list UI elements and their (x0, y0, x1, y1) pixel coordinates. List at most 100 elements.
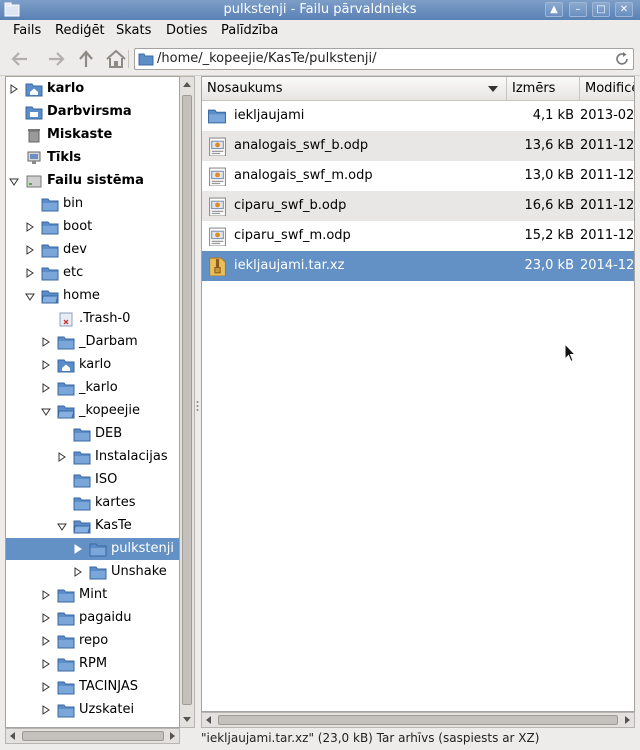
sidebar-item[interactable]: Darbvirsma (6, 101, 179, 123)
expander-collapsed-icon[interactable] (26, 268, 34, 278)
minimize-button[interactable]: – (569, 2, 587, 17)
file-list[interactable]: Nosaukums Izmērs Modificē iekljaujami 4,1… (201, 76, 635, 712)
scroll-right-icon[interactable] (625, 716, 630, 724)
forward-arrow-icon[interactable] (44, 47, 68, 71)
location-path[interactable]: /home/_kopeejie/KasTe/pulkstenji/ (157, 51, 376, 66)
window-up-button[interactable]: ▲ (545, 2, 563, 17)
sidebar-item[interactable]: Instalacijas (6, 446, 179, 468)
sidebar-item[interactable]: home (6, 285, 179, 307)
sidebar-item[interactable]: _Darbam (6, 331, 179, 353)
column-header-name[interactable]: Nosaukums (202, 77, 507, 101)
side-pane-tree[interactable]: karlo Darbvirsma Miskaste Tīkls Failu sistēm… (5, 76, 180, 728)
home-icon[interactable] (104, 47, 128, 71)
sidebar-item[interactable]: Tīkls (6, 147, 179, 169)
sidebar-item[interactable]: karlo (6, 78, 179, 100)
expander-collapsed-icon[interactable] (26, 245, 34, 255)
expander-expanded-icon[interactable] (25, 293, 35, 301)
file-row[interactable]: iekljaujami.tar.xz 23,0 kB 2014-12- (202, 251, 634, 281)
file-row[interactable]: ciparu_swf_m.odp 15,2 kB 2011-12- (202, 221, 634, 251)
scrollbar-thumb[interactable] (22, 731, 164, 741)
sidebar-item[interactable]: KasTe (6, 515, 179, 537)
expander-expanded-icon[interactable] (41, 408, 51, 416)
menu-file[interactable]: Fails (13, 23, 41, 38)
scroll-left-icon[interactable] (10, 732, 15, 740)
file-row[interactable]: iekljaujami 4,1 kB 2013-02- (202, 101, 634, 131)
up-arrow-icon[interactable] (74, 47, 98, 71)
sidebar-item[interactable]: Unshake (6, 561, 179, 583)
scrollbar-thumb[interactable] (218, 715, 618, 725)
sidebar-item[interactable]: RPM (6, 653, 179, 675)
back-arrow-icon[interactable] (8, 47, 32, 71)
sidebar-item[interactable]: kartes (6, 492, 179, 514)
expander-collapsed-icon[interactable] (10, 84, 18, 94)
expander-collapsed-icon[interactable] (42, 636, 50, 646)
folder-open-icon (73, 520, 91, 534)
sidebar-item[interactable]: bin (6, 193, 179, 215)
sidebar-item[interactable]: pagaidu (6, 607, 179, 629)
scroll-right-icon[interactable] (170, 732, 175, 740)
reload-icon[interactable] (614, 51, 630, 67)
close-button[interactable]: ✕ (615, 2, 633, 17)
sort-descending-icon (488, 86, 498, 92)
sidebar-item[interactable]: Miskaste (6, 124, 179, 146)
sidebar-item[interactable]: DEB (6, 423, 179, 445)
menu-edit[interactable]: Rediģēt (55, 23, 105, 38)
sidebar-item[interactable]: repo (6, 630, 179, 652)
sidebar-item[interactable]: TACINJAS (6, 676, 179, 698)
scroll-up-icon[interactable] (183, 82, 191, 87)
sidebar-item-label: repo (79, 633, 109, 648)
sidebar-item-label: Darbvirsma (47, 104, 132, 119)
archive-file-icon (209, 257, 226, 276)
file-list-horizontal-scrollbar[interactable] (201, 712, 635, 728)
file-row[interactable]: ciparu_swf_b.odp 16,6 kB 2011-12- (202, 191, 634, 221)
sidebar-item[interactable]: boot (6, 216, 179, 238)
expander-collapsed-icon[interactable] (42, 682, 50, 692)
scroll-left-icon[interactable] (206, 716, 211, 724)
maximize-button[interactable]: □ (592, 2, 610, 17)
column-header-size[interactable]: Izmērs (507, 77, 580, 101)
expander-collapsed-icon[interactable] (74, 544, 82, 554)
expander-collapsed-icon[interactable] (26, 222, 34, 232)
expander-collapsed-icon[interactable] (42, 383, 50, 393)
sidebar-item-label: home (63, 288, 100, 303)
sidebar-item[interactable]: .Trash-0 (6, 308, 179, 330)
scroll-down-icon[interactable] (183, 717, 191, 722)
location-bar[interactable]: /home/_kopeejie/KasTe/pulkstenji/ (134, 48, 634, 70)
scrollbar-thumb[interactable] (182, 95, 192, 705)
pane-splitter-handle[interactable] (196, 400, 199, 412)
drive-icon (26, 175, 42, 188)
sidebar-item[interactable]: karlo (6, 354, 179, 376)
sidebar-item[interactable]: Mint (6, 584, 179, 606)
window-title: pulkstenji - Failu pārvaldnieks (223, 2, 417, 17)
sidebar-item[interactable]: etc (6, 262, 179, 284)
column-header-modified[interactable]: Modificē (580, 77, 634, 101)
file-name: iekljaujami.tar.xz (234, 258, 345, 273)
expander-collapsed-icon[interactable] (42, 360, 50, 370)
sidebar-item[interactable]: ISO (6, 469, 179, 491)
menu-view[interactable]: Skats (116, 23, 151, 38)
file-modified: 2011-12- (580, 138, 635, 153)
expander-collapsed-icon[interactable] (42, 613, 50, 623)
expander-collapsed-icon[interactable] (74, 567, 82, 577)
expander-expanded-icon[interactable] (9, 178, 19, 186)
expander-collapsed-icon[interactable] (42, 590, 50, 600)
file-row[interactable]: analogais_swf_b.odp 13,6 kB 2011-12- (202, 131, 635, 161)
menu-help[interactable]: Palīdzība (221, 23, 278, 38)
expander-collapsed-icon[interactable] (58, 452, 66, 462)
side-pane-vertical-scrollbar[interactable] (180, 76, 195, 728)
folder-icon (41, 244, 59, 258)
side-pane-horizontal-scrollbar[interactable] (5, 728, 180, 744)
folder-icon (41, 198, 59, 212)
expander-collapsed-icon[interactable] (42, 705, 50, 715)
expander-collapsed-icon[interactable] (42, 337, 50, 347)
sidebar-item[interactable]: Uzskatei (6, 699, 179, 721)
sidebar-item[interactable]: dev (6, 239, 179, 261)
menu-go[interactable]: Doties (166, 23, 207, 38)
file-row[interactable]: analogais_swf_m.odp 13,0 kB 2011-12- (202, 161, 634, 191)
expander-expanded-icon[interactable] (57, 523, 67, 531)
sidebar-item[interactable]: Failu sistēma (6, 170, 179, 192)
sidebar-item[interactable]: _karlo (6, 377, 179, 399)
sidebar-item[interactable]: _kopeejie (6, 400, 179, 422)
expander-collapsed-icon[interactable] (42, 659, 50, 669)
sidebar-item[interactable]: pulkstenji (6, 538, 179, 560)
